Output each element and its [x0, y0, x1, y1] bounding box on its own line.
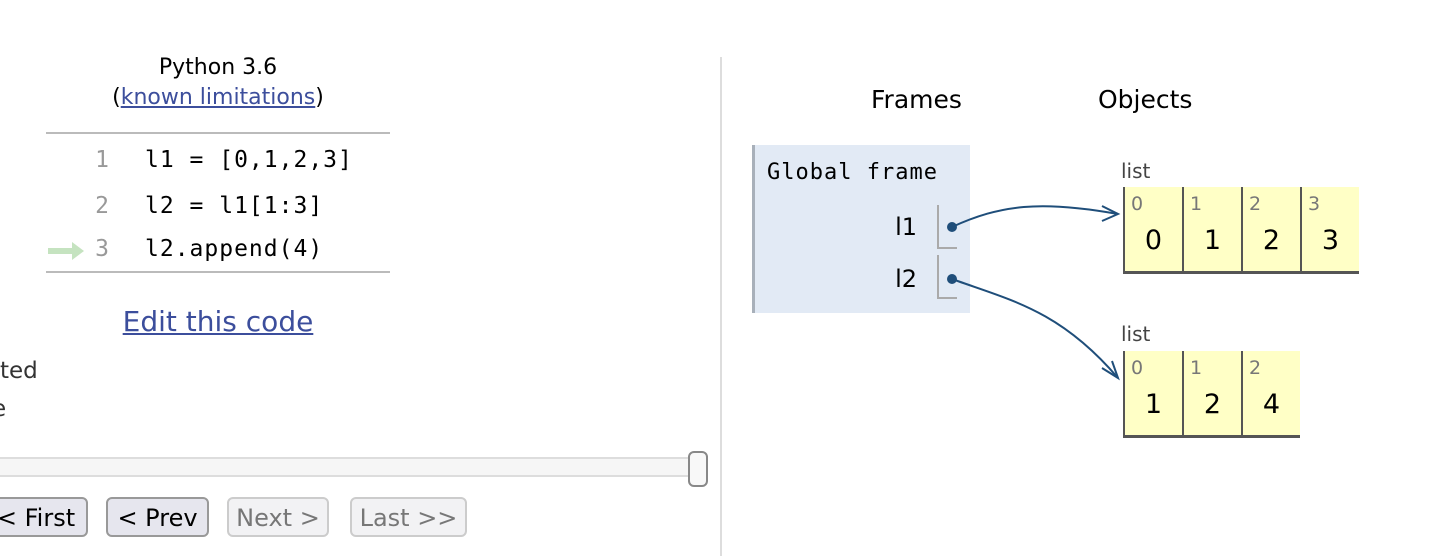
list-value: 2 — [1203, 389, 1222, 420]
list-cell: 24 — [1241, 351, 1300, 438]
global-frame: Global frame l1 l2 — [752, 145, 970, 313]
list-index: 3 — [1308, 193, 1321, 215]
list-index: 2 — [1249, 193, 1262, 215]
line-number: 2 — [95, 193, 110, 219]
pointer-slot — [937, 205, 957, 249]
paren-close: ) — [315, 85, 324, 110]
variable-name: l1 — [895, 213, 917, 241]
list-cell: 22 — [1241, 187, 1300, 274]
arrowhead — [1101, 360, 1120, 381]
list-value: 3 — [1321, 225, 1340, 256]
prev-button[interactable]: < Prev — [106, 497, 209, 537]
paren-open: ( — [112, 85, 121, 110]
list-object: 01 12 24 — [1123, 351, 1300, 438]
code-bottom-divider — [46, 271, 390, 273]
legend-fragment: ted — [0, 358, 38, 384]
list-cell: 12 — [1182, 351, 1241, 438]
objects-title: Objects — [1098, 85, 1193, 114]
list-cell: 00 — [1123, 187, 1182, 274]
list-index: 1 — [1190, 357, 1203, 379]
list-index: 0 — [1131, 193, 1144, 215]
list-object: 00 11 22 33 — [1123, 187, 1359, 274]
list-cell: 33 — [1300, 187, 1359, 274]
step-slider[interactable] — [0, 457, 706, 477]
code-top-divider — [46, 132, 390, 134]
list-value: 4 — [1262, 389, 1281, 420]
slider-thumb[interactable] — [688, 451, 708, 487]
line-number: 1 — [95, 147, 110, 173]
pointer-arrow-l1 — [951, 205, 1119, 228]
edit-code-container: Edit this code — [0, 305, 436, 338]
list-cell: 01 — [1123, 351, 1182, 438]
list-index: 0 — [1131, 357, 1144, 379]
frames-title: Frames — [871, 85, 962, 114]
list-value: 1 — [1144, 389, 1163, 420]
variable-name: l2 — [895, 265, 917, 293]
language-label: Python 3.6 — [158, 55, 278, 80]
frame-name: Global frame — [767, 160, 938, 185]
object-type-label: list — [1121, 159, 1151, 183]
line-number: 3 — [95, 236, 110, 262]
limitations-text: (known limitations) — [0, 85, 436, 110]
list-index: 2 — [1249, 357, 1262, 379]
known-limitations-link[interactable]: known limitations — [121, 85, 316, 110]
object-type-label: list — [1121, 322, 1151, 346]
list-index: 1 — [1190, 193, 1203, 215]
pointer-slot — [937, 255, 957, 299]
list-value: 1 — [1203, 225, 1222, 256]
code-line-current: l2.append(4) — [145, 236, 324, 262]
first-button[interactable]: < First — [0, 497, 88, 537]
list-value: 0 — [1144, 225, 1163, 256]
next-button[interactable]: Next > — [227, 497, 329, 537]
arrowhead — [1101, 205, 1121, 222]
code-line: l2 = l1[1:3] — [145, 193, 324, 219]
legend-fragment: e — [0, 396, 6, 422]
list-cell: 11 — [1182, 187, 1241, 274]
code-line: l1 = [0,1,2,3] — [145, 147, 353, 173]
last-button[interactable]: Last >> — [350, 497, 467, 537]
list-value: 2 — [1262, 225, 1281, 256]
panel-divider — [720, 57, 722, 556]
edit-code-link[interactable]: Edit this code — [123, 305, 314, 338]
pointer-arrow-l2 — [951, 278, 1119, 379]
